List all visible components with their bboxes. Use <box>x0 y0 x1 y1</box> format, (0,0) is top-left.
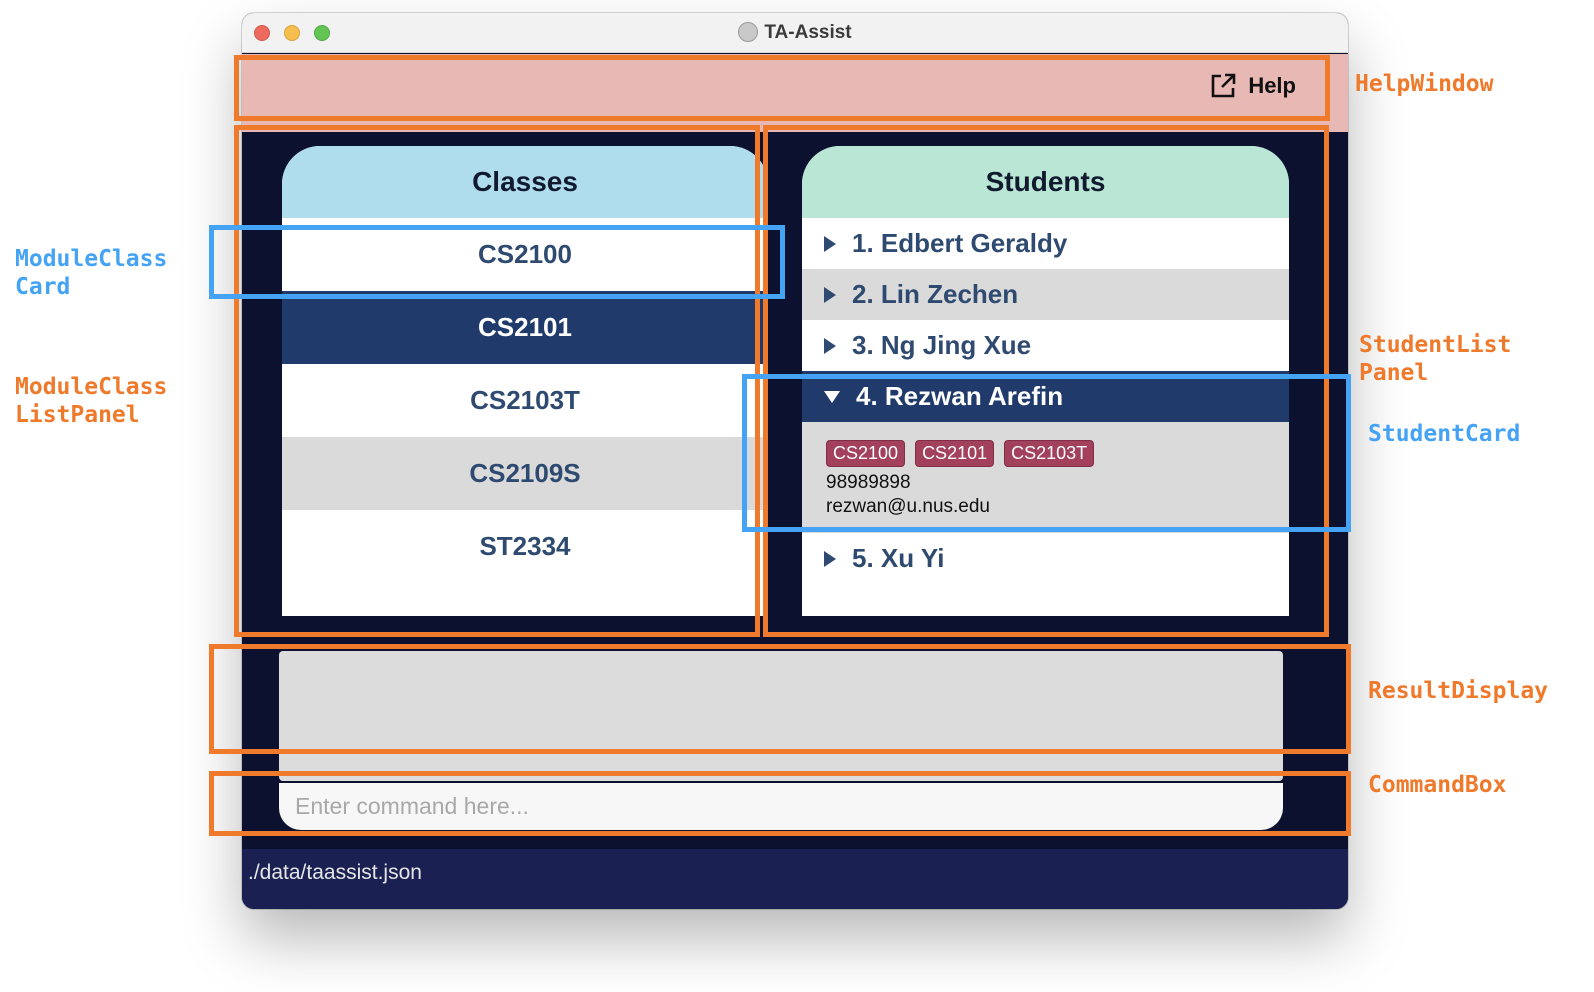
student-name: 1. Edbert Geraldy <box>852 228 1068 258</box>
students-header: Students <box>802 146 1289 218</box>
expand-triangle-icon <box>824 286 836 303</box>
expand-triangle-icon <box>824 337 836 354</box>
help-button[interactable]: Help <box>1208 70 1296 102</box>
module-class-list-panel: Classes CS2100 CS2101 CS2103T CS2109S ST… <box>282 146 768 616</box>
student-phone: 98989898 <box>826 472 911 493</box>
student-card-expanded[interactable]: 4. Rezwan Arefin <box>802 371 1289 422</box>
status-bar: ./data/taassist.json <box>242 849 1348 909</box>
student-tags: CS2100 CS2101 CS2103T <box>826 440 1289 467</box>
classes-header: Classes <box>282 146 768 218</box>
student-name: 5. Xu Yi <box>852 543 945 573</box>
result-display-label: ResultDisplay <box>1368 678 1549 704</box>
student-details: CS2100 CS2101 CS2103T 98989898 rezwan@u.… <box>802 422 1289 533</box>
class-card[interactable]: CS2101 <box>282 291 768 364</box>
expand-triangle-icon <box>824 550 836 567</box>
student-card[interactable]: 2. Lin Zechen <box>802 269 1289 320</box>
class-card[interactable]: CS2100 <box>282 218 768 291</box>
class-tag: CS2103T <box>1004 440 1095 467</box>
module-class-card-label: ModuleClass Card <box>15 246 168 300</box>
collapse-triangle-icon <box>824 390 840 403</box>
command-box-label: CommandBox <box>1368 772 1507 798</box>
student-card[interactable]: 5. Xu Yi <box>802 533 1289 584</box>
student-name: 2. Lin Zechen <box>852 279 1019 309</box>
app-window: TA-Assist Help Classes CS2100 CS2101 CS2… <box>242 13 1348 909</box>
student-list-panel: Students 1. Edbert Geraldy 2. Lin Zechen… <box>802 146 1289 616</box>
student-card-label: StudentCard <box>1368 421 1521 447</box>
student-email: rezwan@u.nus.edu <box>826 496 990 517</box>
help-label: Help <box>1248 73 1296 98</box>
student-name: 4. Rezwan Arefin <box>856 381 1064 411</box>
class-card[interactable]: CS2103T <box>282 364 768 437</box>
data-file-path: ./data/taassist.json <box>248 861 422 884</box>
command-input[interactable] <box>279 783 1283 830</box>
window-title: TA-Assist <box>764 22 852 43</box>
class-card[interactable]: CS2109S <box>282 437 768 510</box>
class-tag: CS2100 <box>826 440 906 467</box>
window-title-wrap: TA-Assist <box>242 22 1348 44</box>
student-card[interactable]: 3. Ng Jing Xue <box>802 320 1289 371</box>
help-window-label: HelpWindow <box>1355 71 1494 97</box>
expand-triangle-icon <box>824 235 836 252</box>
app-icon <box>738 22 759 42</box>
student-name: 3. Ng Jing Xue <box>852 330 1032 360</box>
result-display <box>279 651 1283 781</box>
student-list-panel-label: StudentList Panel <box>1359 332 1512 386</box>
screenshot-stage: TA-Assist Help Classes CS2100 CS2101 CS2… <box>0 0 1594 992</box>
class-tag: CS2101 <box>915 440 995 467</box>
module-class-list-panel-label: ModuleClass ListPanel <box>15 374 168 428</box>
menu-bar: Help <box>242 54 1348 132</box>
title-bar: TA-Assist <box>242 13 1348 53</box>
external-link-icon <box>1212 73 1236 98</box>
class-card[interactable]: ST2334 <box>282 510 768 583</box>
student-card[interactable]: 1. Edbert Geraldy <box>802 218 1289 269</box>
